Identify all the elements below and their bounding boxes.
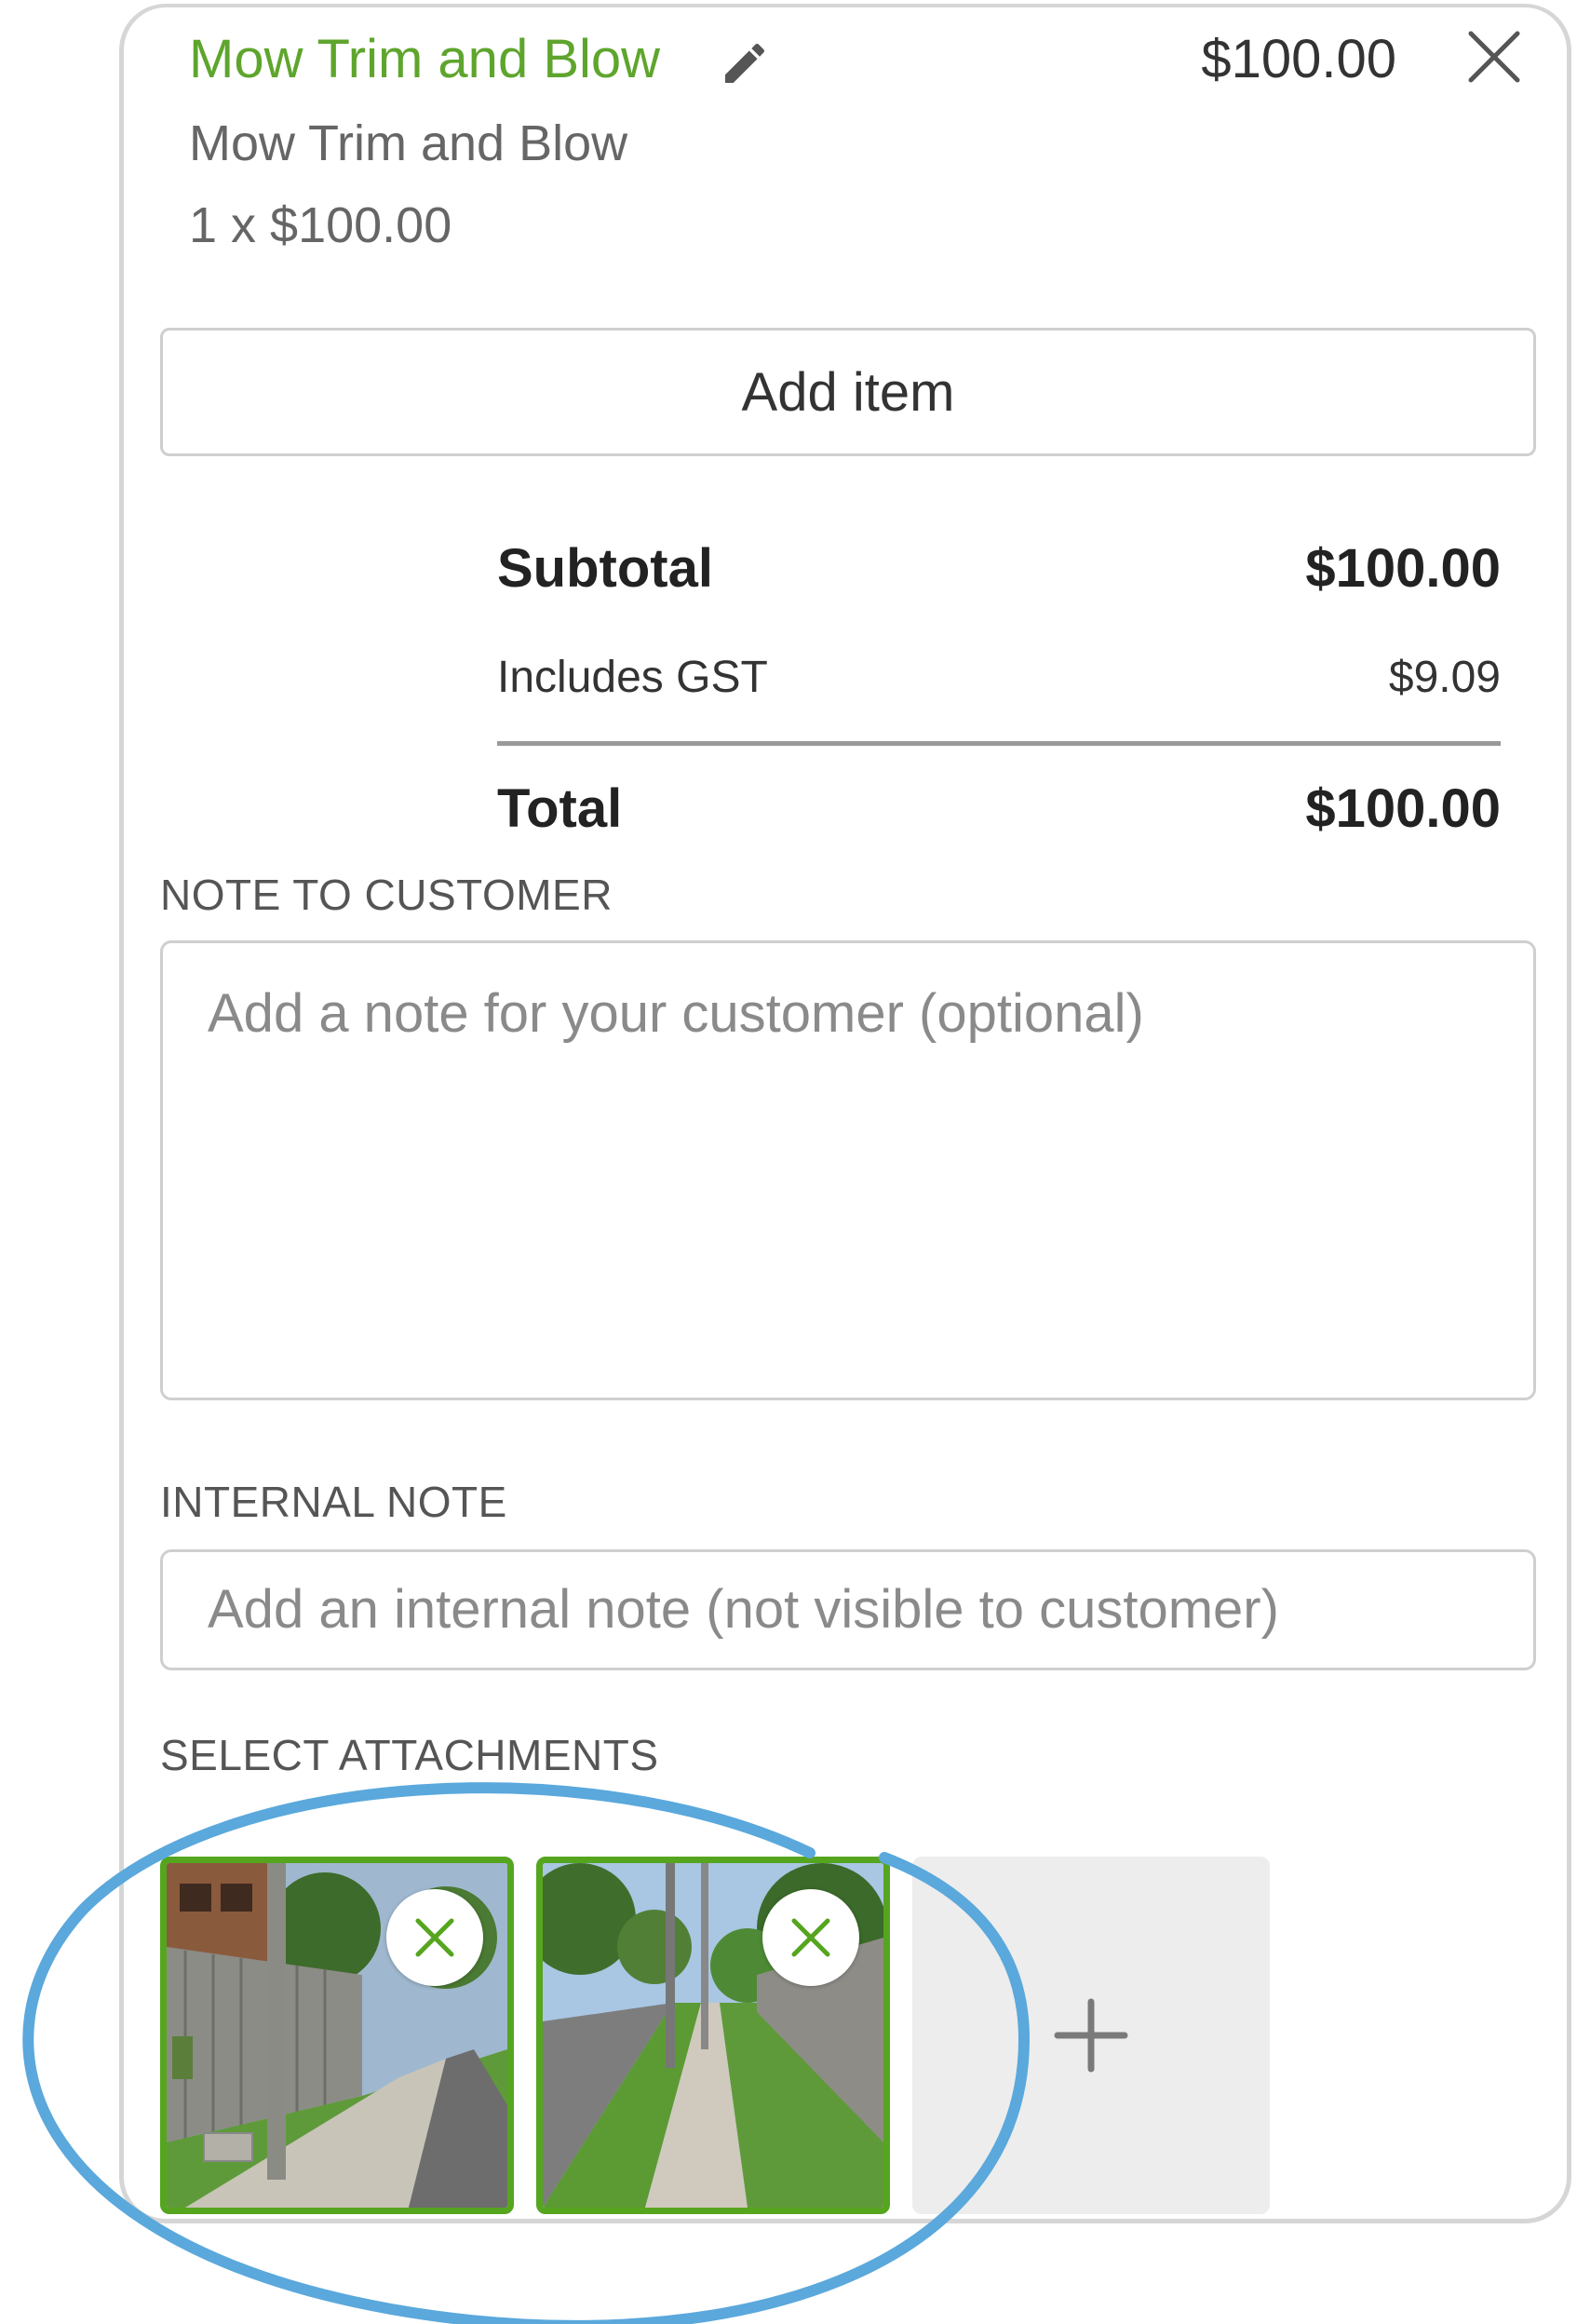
remove-attachment-button[interactable] bbox=[386, 1889, 483, 1986]
gst-label: Includes GST bbox=[497, 653, 768, 702]
internal-note-label: INTERNAL NOTE bbox=[160, 1478, 507, 1526]
add-item-button[interactable]: Add item bbox=[160, 328, 1536, 456]
attachment-thumbnail[interactable] bbox=[160, 1857, 514, 2214]
close-icon bbox=[791, 1918, 830, 1957]
total-label: Total bbox=[497, 778, 623, 839]
remove-attachment-button[interactable] bbox=[762, 1889, 859, 1986]
close-icon[interactable] bbox=[1465, 28, 1523, 86]
plus-icon bbox=[1054, 1998, 1128, 2073]
note-to-customer-placeholder: Add a note for your customer (optional) bbox=[208, 983, 1144, 1044]
line-item-quantity: 1 x $100.00 bbox=[189, 197, 452, 253]
gst-value: $9.09 bbox=[1388, 653, 1501, 702]
close-icon bbox=[415, 1918, 454, 1957]
select-attachments-label: SELECT ATTACHMENTS bbox=[160, 1731, 659, 1779]
add-attachment-button[interactable] bbox=[912, 1857, 1270, 2214]
line-item-title[interactable]: Mow Trim and Blow bbox=[189, 26, 660, 93]
note-to-customer-label: NOTE TO CUSTOMER bbox=[160, 871, 613, 919]
subtotal-value: $100.00 bbox=[1305, 538, 1501, 599]
line-item-description: Mow Trim and Blow bbox=[189, 115, 628, 171]
internal-note-placeholder: Add an internal note (not visible to cus… bbox=[208, 1579, 1279, 1640]
subtotal-label: Subtotal bbox=[497, 538, 713, 599]
internal-note-field[interactable]: Add an internal note (not visible to cus… bbox=[160, 1549, 1536, 1670]
attachment-thumbnail[interactable] bbox=[536, 1857, 890, 2214]
pencil-icon[interactable] bbox=[719, 37, 771, 89]
note-to-customer-field[interactable]: Add a note for your customer (optional) bbox=[160, 940, 1536, 1400]
line-item-price: $100.00 bbox=[1201, 29, 1396, 89]
total-value: $100.00 bbox=[1305, 778, 1501, 839]
totals-divider bbox=[497, 741, 1501, 746]
